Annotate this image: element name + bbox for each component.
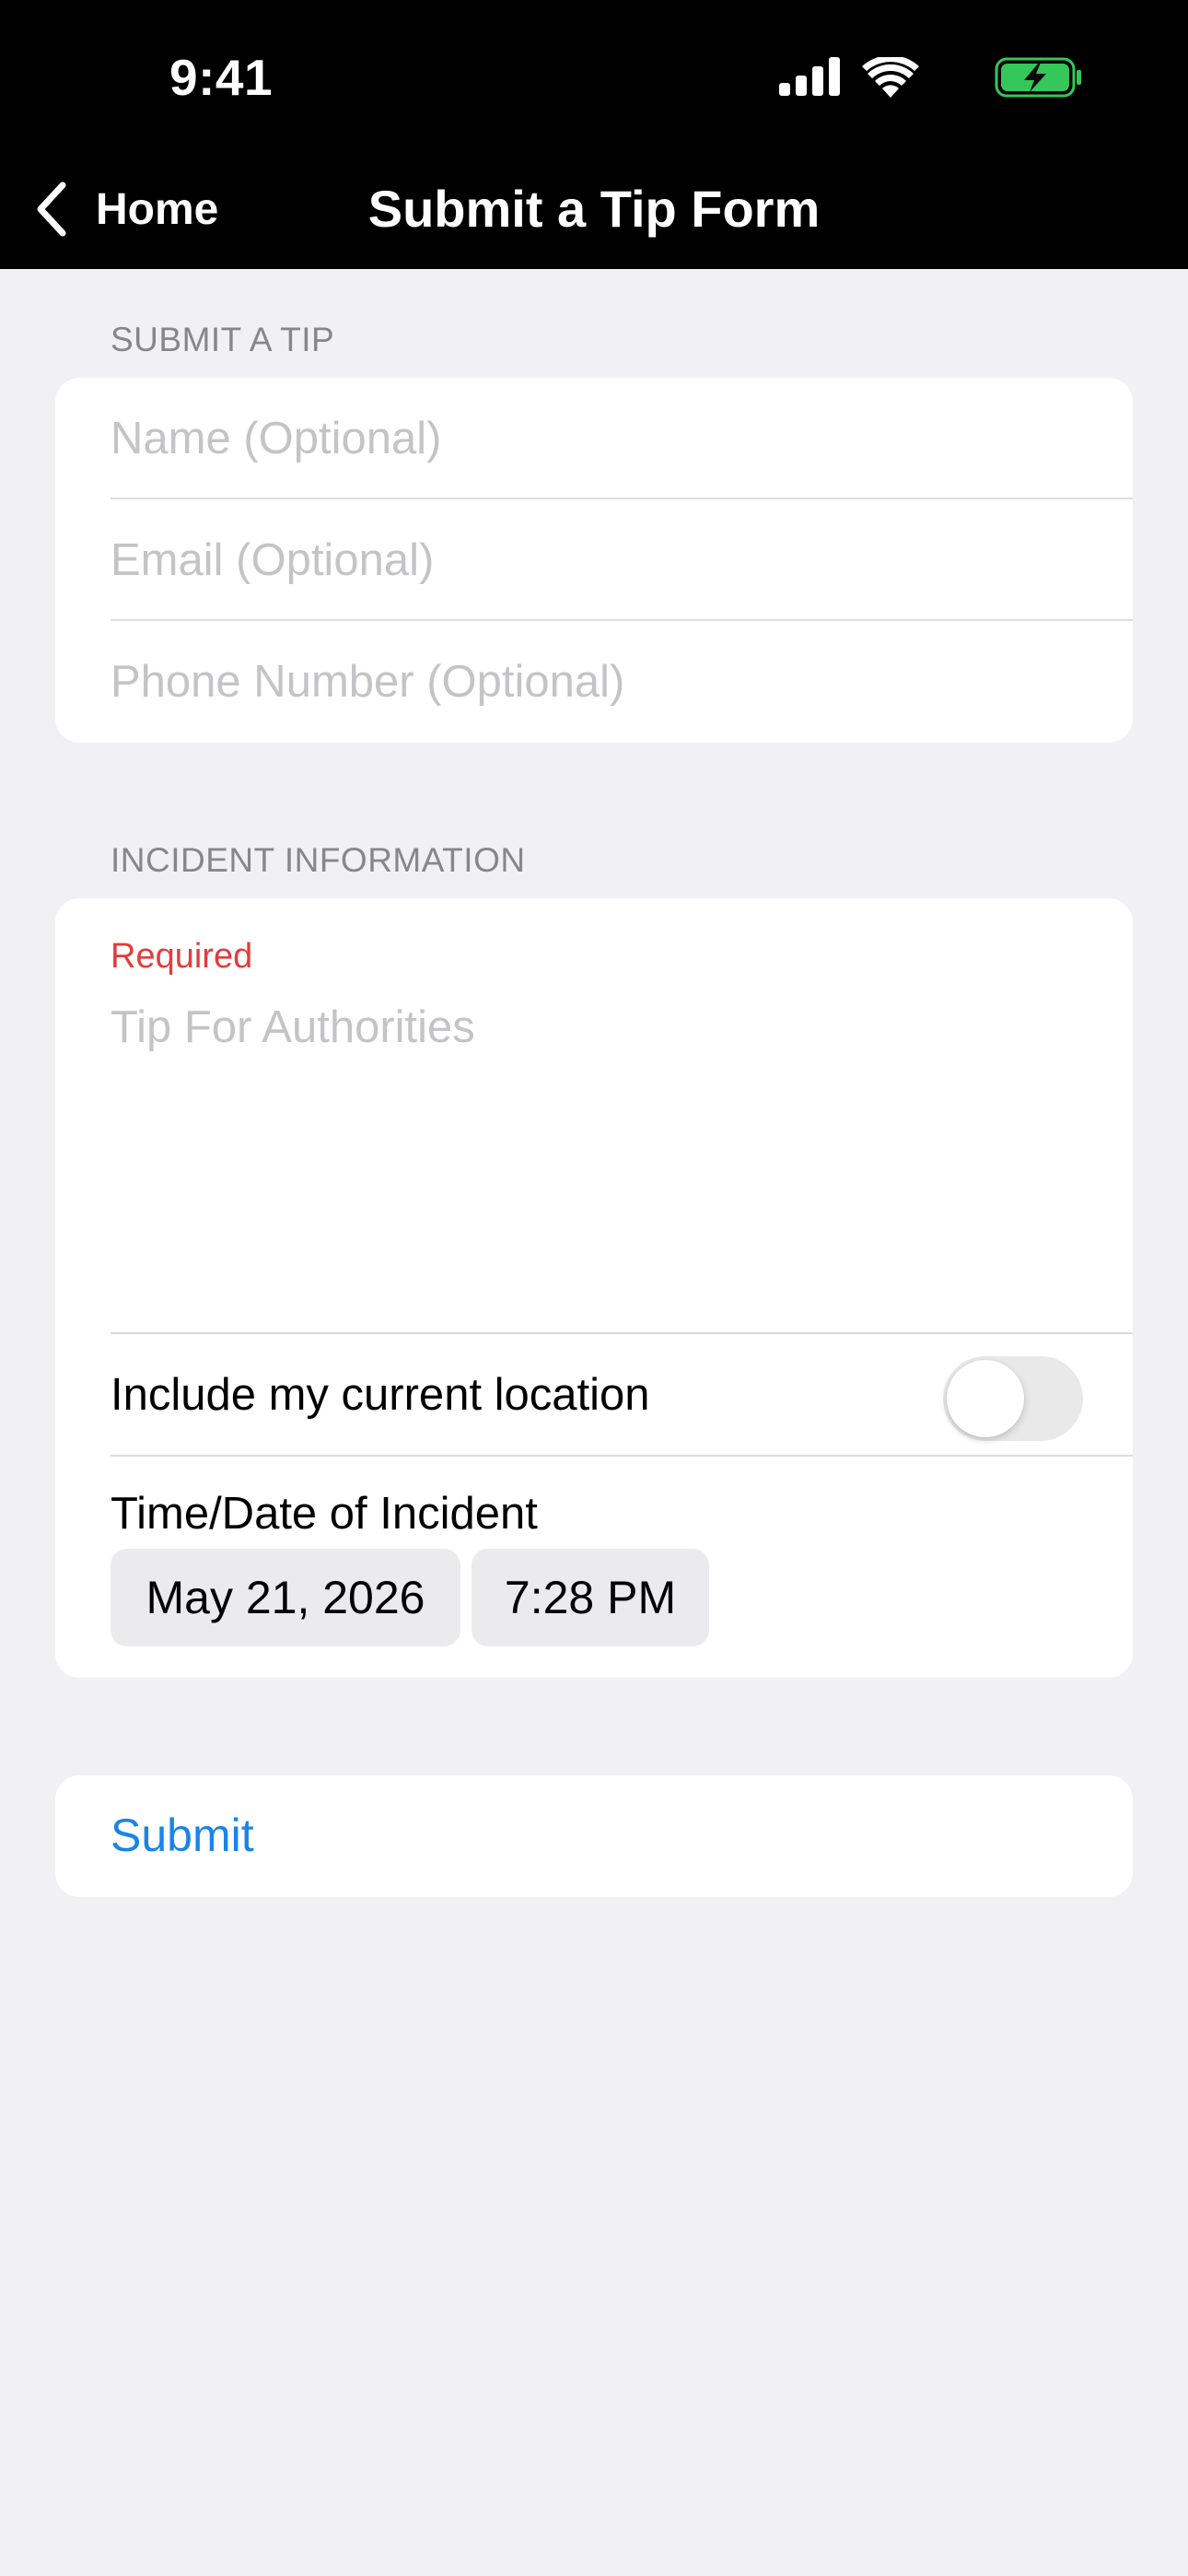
phone-row xyxy=(55,621,1133,743)
section-header-submit-a-tip: SUBMIT A TIP xyxy=(111,321,335,358)
name-row xyxy=(55,378,1133,499)
location-row: Include my current location xyxy=(55,1334,1133,1456)
location-toggle[interactable] xyxy=(943,1356,1083,1441)
email-row xyxy=(55,499,1133,621)
date-picker-button[interactable]: May 21, 2026 xyxy=(111,1549,460,1646)
battery-charging-icon xyxy=(995,57,1081,98)
submit-card[interactable]: Submit xyxy=(55,1775,1133,1897)
required-label: Required xyxy=(111,937,253,976)
name-input[interactable] xyxy=(111,411,1096,466)
submit-button[interactable]: Submit xyxy=(111,1809,254,1862)
top-bar: 9:41 Home Submit a Tip Form xyxy=(0,0,1188,269)
location-label: Include my current location xyxy=(111,1370,650,1420)
time-picker-button[interactable]: 7:28 PM xyxy=(472,1549,709,1646)
wifi-icon xyxy=(862,57,919,98)
email-input[interactable] xyxy=(111,533,1096,588)
datetime-label: Time/Date of Incident xyxy=(111,1489,538,1539)
divider xyxy=(111,1455,1133,1457)
toggle-knob xyxy=(947,1360,1024,1437)
status-time: 9:41 xyxy=(169,49,274,106)
incident-card: Required Include my current location Tim… xyxy=(55,898,1133,1678)
contact-card xyxy=(55,378,1133,743)
page-title: Submit a Tip Form xyxy=(367,180,821,238)
section-header-incident-information: INCIDENT INFORMATION xyxy=(111,841,526,879)
tip-textarea[interactable] xyxy=(111,1001,1087,1296)
phone-input[interactable] xyxy=(111,654,1096,709)
cellular-signal-icon xyxy=(779,57,840,96)
